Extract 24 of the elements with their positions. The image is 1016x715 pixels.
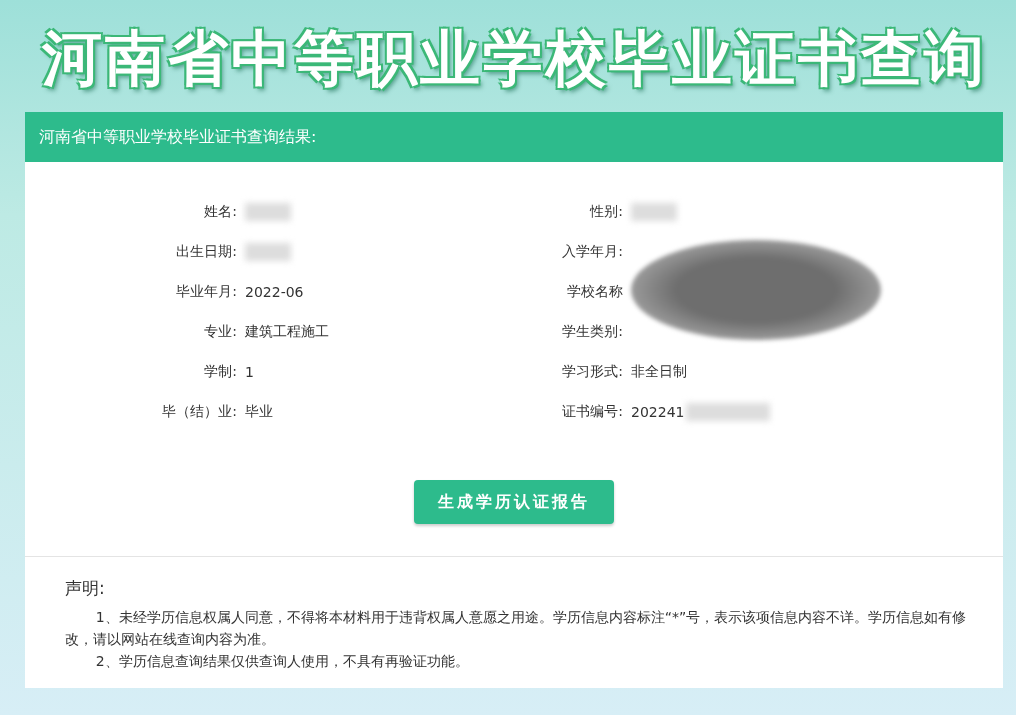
field-label: 专业: <box>204 323 237 341</box>
field-label: 学校名称 <box>567 283 623 301</box>
statement-paragraph: 1、未经学历信息权属人同意，不得将本材料用于违背权属人意愿之用途。学历信息内容标注“*”号，表示该项信息内容不详。学历信息如有修改，请以网站在线查询内容为准。 <box>65 608 968 649</box>
field-label: 性别: <box>590 203 623 221</box>
field-label: 出生日期: <box>176 243 237 261</box>
field-label: 入学年月: <box>562 243 623 261</box>
field-label: 姓名: <box>204 203 237 221</box>
result-header: 河南省中等职业学校毕业证书查询结果: <box>25 112 1003 162</box>
field-value: 非全日制 <box>631 363 687 381</box>
field-value: 建筑工程施工 <box>245 323 329 341</box>
field-value: 202241 <box>631 404 685 420</box>
field-label: 毕（结）业: <box>162 403 237 421</box>
field-label: 学习形式: <box>562 363 623 381</box>
field-value: 1 <box>245 364 254 380</box>
statement-title: 声明: <box>65 577 106 600</box>
field-label: 学制: <box>204 363 237 381</box>
generate-report-button[interactable]: 生成学历认证报告 <box>414 480 614 524</box>
field-label: 学生类别: <box>562 323 623 341</box>
statement-paragraph: 2、学历信息查询结果仅供查询人使用，不具有再验证功能。 <box>94 652 470 671</box>
field-label: 证书编号: <box>562 403 623 421</box>
field-value: 2022-06 <box>245 284 304 300</box>
field-label: 毕业年月: <box>176 283 237 301</box>
field-value: 毕业 <box>245 403 273 421</box>
page-title: 河南省中等职业学校毕业证书查询 <box>40 22 988 95</box>
